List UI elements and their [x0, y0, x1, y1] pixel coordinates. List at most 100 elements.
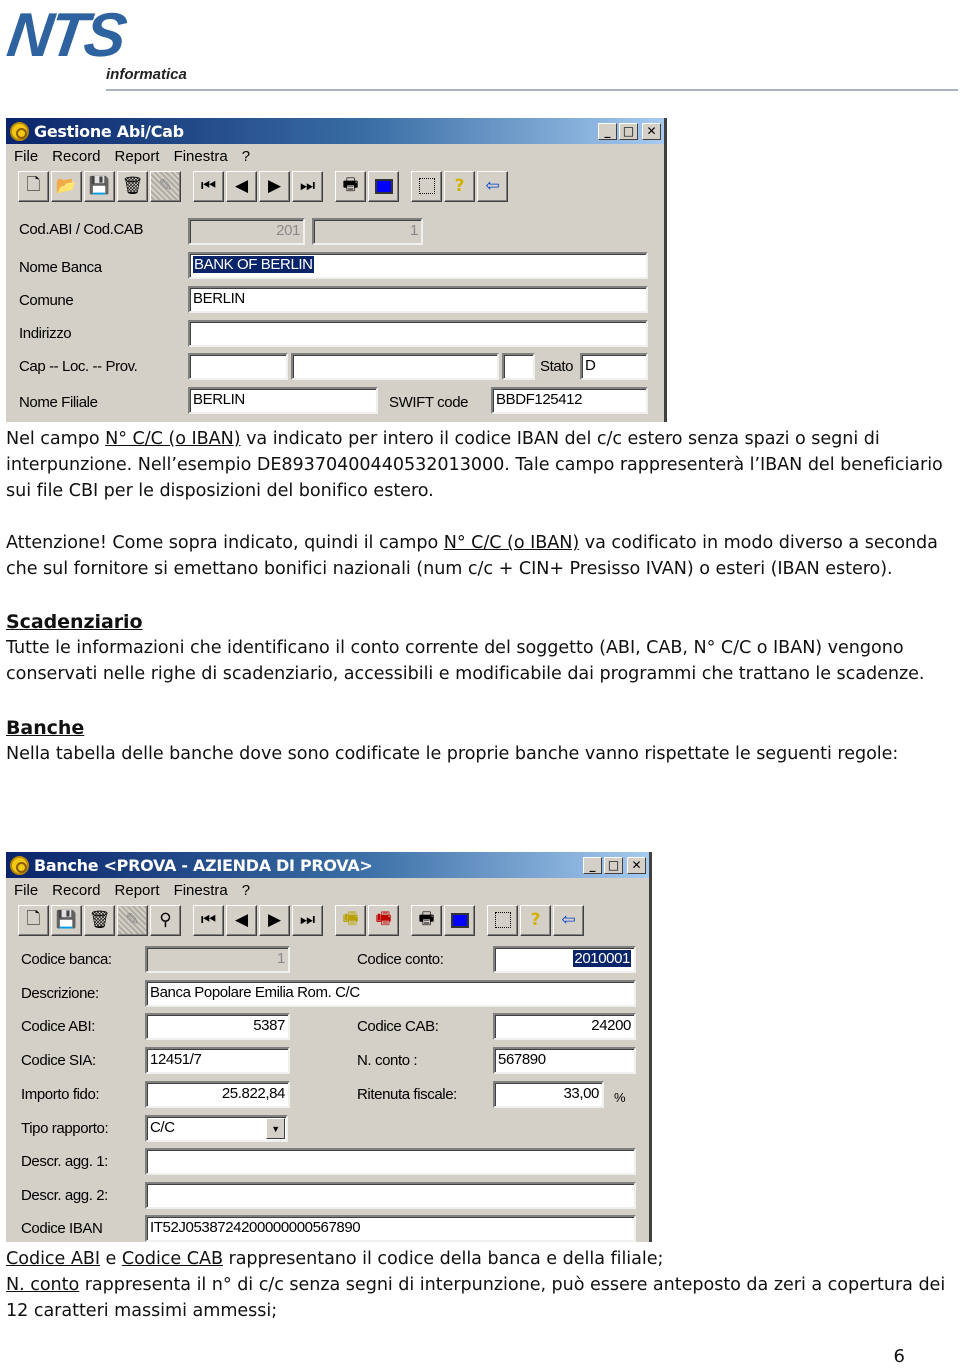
chevron-down-icon[interactable]: ▼	[266, 1118, 285, 1139]
cap-field[interactable]	[188, 353, 288, 380]
last-record-icon[interactable]: ⏭	[292, 170, 323, 202]
close-button[interactable]: ✕	[627, 856, 646, 874]
title-bar[interactable]: Banche <PROVA - AZIENDA DI PROVA> _ □ ✕	[6, 852, 649, 878]
next-record-icon[interactable]: ▶	[259, 170, 290, 202]
toolbar: 🗋 💾 🗑 ✎ ⚲ ⏮ ◀ ▶ ⏭ 🖷 🖷 🖶 ? ⇦	[6, 902, 649, 938]
nome-filiale-label: Nome Filiale	[19, 394, 98, 411]
first-record-icon[interactable]: ⏮	[193, 904, 224, 936]
title-bar[interactable]: Gestione Abi/Cab _ □ ✕	[6, 118, 664, 144]
preview-icon[interactable]	[368, 170, 399, 202]
ritenuta-field[interactable]: 33,00	[493, 1081, 604, 1108]
indirizzo-label: Indirizzo	[19, 325, 72, 342]
help-icon[interactable]: ?	[520, 904, 551, 936]
descr-agg1-label: Descr. agg. 1:	[21, 1153, 108, 1170]
print-icon[interactable]: 🖶	[411, 904, 442, 936]
descr-agg1-field[interactable]	[145, 1148, 636, 1175]
descrizione-label: Descrizione:	[21, 985, 99, 1002]
menu-record[interactable]: Record	[52, 148, 100, 165]
importo-fido-label: Importo fido:	[21, 1086, 100, 1103]
descr-agg2-label: Descr. agg. 2:	[21, 1187, 108, 1204]
last-record-icon[interactable]: ⏭	[292, 904, 323, 936]
paragraph-scadenziario: Tutte le informazioni che identificano i…	[6, 638, 925, 684]
exit-icon[interactable]: ⇦	[477, 170, 508, 202]
tipo-rapporto-select[interactable]: C/C ▼	[145, 1115, 288, 1142]
delete-icon[interactable]: 🗑	[84, 904, 115, 936]
print-icon[interactable]: 🖶	[335, 170, 366, 202]
minimize-button[interactable]: _	[598, 122, 617, 140]
stato-label: Stato	[540, 358, 574, 375]
open-icon[interactable]: 📂	[51, 170, 82, 202]
first-record-icon[interactable]: ⏮	[193, 170, 224, 202]
menu-record[interactable]: Record	[52, 882, 100, 899]
field-ref-nc-iban: N° C/C (o IBAN)	[105, 429, 241, 449]
window-title: Banche <PROVA - AZIENDA DI PROVA>	[34, 855, 373, 875]
descr-agg2-field[interactable]	[145, 1182, 636, 1209]
menu-finestra[interactable]: Finestra	[174, 148, 228, 165]
new-icon[interactable]: 🗋	[18, 904, 49, 936]
paragraph-banche: Nella tabella delle banche dove sono cod…	[6, 744, 899, 764]
codice-conto-field[interactable]: 2010001	[493, 946, 636, 973]
save-icon[interactable]: 💾	[51, 904, 82, 936]
menu-file[interactable]: File	[14, 148, 38, 165]
menu-report[interactable]: Report	[115, 882, 160, 899]
minimize-button[interactable]: _	[583, 856, 602, 874]
nome-banca-field[interactable]: BANK OF BERLIN	[188, 252, 648, 279]
menu-finestra[interactable]: Finestra	[174, 882, 228, 899]
previous-record-icon[interactable]: ◀	[226, 170, 257, 202]
help-icon[interactable]: ?	[444, 170, 475, 202]
nome-banca-label: Nome Banca	[19, 259, 102, 276]
codice-banca-label: Codice banca:	[21, 951, 112, 968]
iban-field[interactable]: IT52J0538724200000000567890	[145, 1215, 636, 1242]
page-number: 6	[893, 1346, 905, 1367]
iban-explanation: Nel campo N° C/C (o IBAN) va indicato pe…	[6, 426, 956, 767]
maximize-button[interactable]: □	[619, 122, 638, 140]
next-record-icon[interactable]: ▶	[259, 904, 290, 936]
field-ref-nc-iban-2: N° C/C (o IBAN)	[443, 533, 580, 553]
banche-window: Banche <PROVA - AZIENDA DI PROVA> _ □ ✕ …	[6, 852, 652, 1242]
fax-yellow-icon[interactable]: 🖷	[335, 904, 366, 936]
cod-abi-cab-label: Cod.ABI / Cod.CAB	[19, 221, 144, 238]
codice-cab-field[interactable]: 24200	[493, 1013, 636, 1040]
preview-icon[interactable]	[444, 904, 475, 936]
maximize-button[interactable]: □	[604, 856, 623, 874]
descrizione-field[interactable]: Banca Popolare Emilia Rom. C/C	[145, 980, 636, 1007]
menu-file[interactable]: File	[14, 882, 38, 899]
menu-help[interactable]: ?	[242, 882, 250, 899]
previous-record-icon[interactable]: ◀	[226, 904, 257, 936]
nome-filiale-field[interactable]: BERLIN	[188, 387, 378, 414]
cancel-icon[interactable]: ✎	[117, 904, 148, 936]
codice-sia-field[interactable]: 12451/7	[145, 1047, 290, 1074]
menu-report[interactable]: Report	[115, 148, 160, 165]
stato-field[interactable]: D	[580, 353, 648, 380]
localita-field[interactable]	[291, 353, 499, 380]
exit-icon[interactable]: ⇦	[553, 904, 584, 936]
cap-loc-prov-label: Cap -- Loc. -- Prov.	[19, 358, 138, 375]
close-button[interactable]: ✕	[642, 122, 661, 140]
heading-banche: Banche	[6, 717, 85, 739]
new-icon[interactable]: 🗋	[18, 170, 49, 202]
cancel-icon[interactable]: ✎	[150, 170, 181, 202]
save-icon[interactable]: 💾	[84, 170, 115, 202]
menu-bar: File Record Report Finestra ?	[6, 878, 649, 902]
codice-sia-label: Codice SIA:	[21, 1052, 96, 1069]
menu-help[interactable]: ?	[242, 148, 250, 165]
search-icon[interactable]: ⚲	[150, 904, 181, 936]
zoom-select-icon[interactable]	[487, 904, 518, 936]
provincia-field[interactable]	[502, 353, 535, 380]
field-ref-n-conto: N. conto	[6, 1275, 80, 1295]
codice-abi-field[interactable]: 5387	[145, 1013, 290, 1040]
fax-red-icon[interactable]: 🖷	[368, 904, 399, 936]
zoom-select-icon[interactable]	[411, 170, 442, 202]
cod-cab-field[interactable]: 1	[312, 218, 423, 245]
swift-label: SWIFT code	[389, 394, 469, 411]
codice-banca-field[interactable]: 1	[145, 946, 290, 973]
swift-field[interactable]: BBDF125412	[491, 387, 648, 414]
delete-icon[interactable]: 🗑	[117, 170, 148, 202]
field-rules: Codice ABI e Codice CAB rappresentano il…	[6, 1246, 956, 1324]
cod-abi-field[interactable]: 201	[188, 218, 305, 245]
comune-field[interactable]: BERLIN	[188, 286, 648, 313]
indirizzo-field[interactable]	[188, 320, 648, 347]
importo-fido-field[interactable]: 25.822,84	[145, 1081, 290, 1108]
n-conto-field[interactable]: 567890	[493, 1047, 636, 1074]
field-ref-codice-cab: Codice CAB	[121, 1249, 223, 1269]
